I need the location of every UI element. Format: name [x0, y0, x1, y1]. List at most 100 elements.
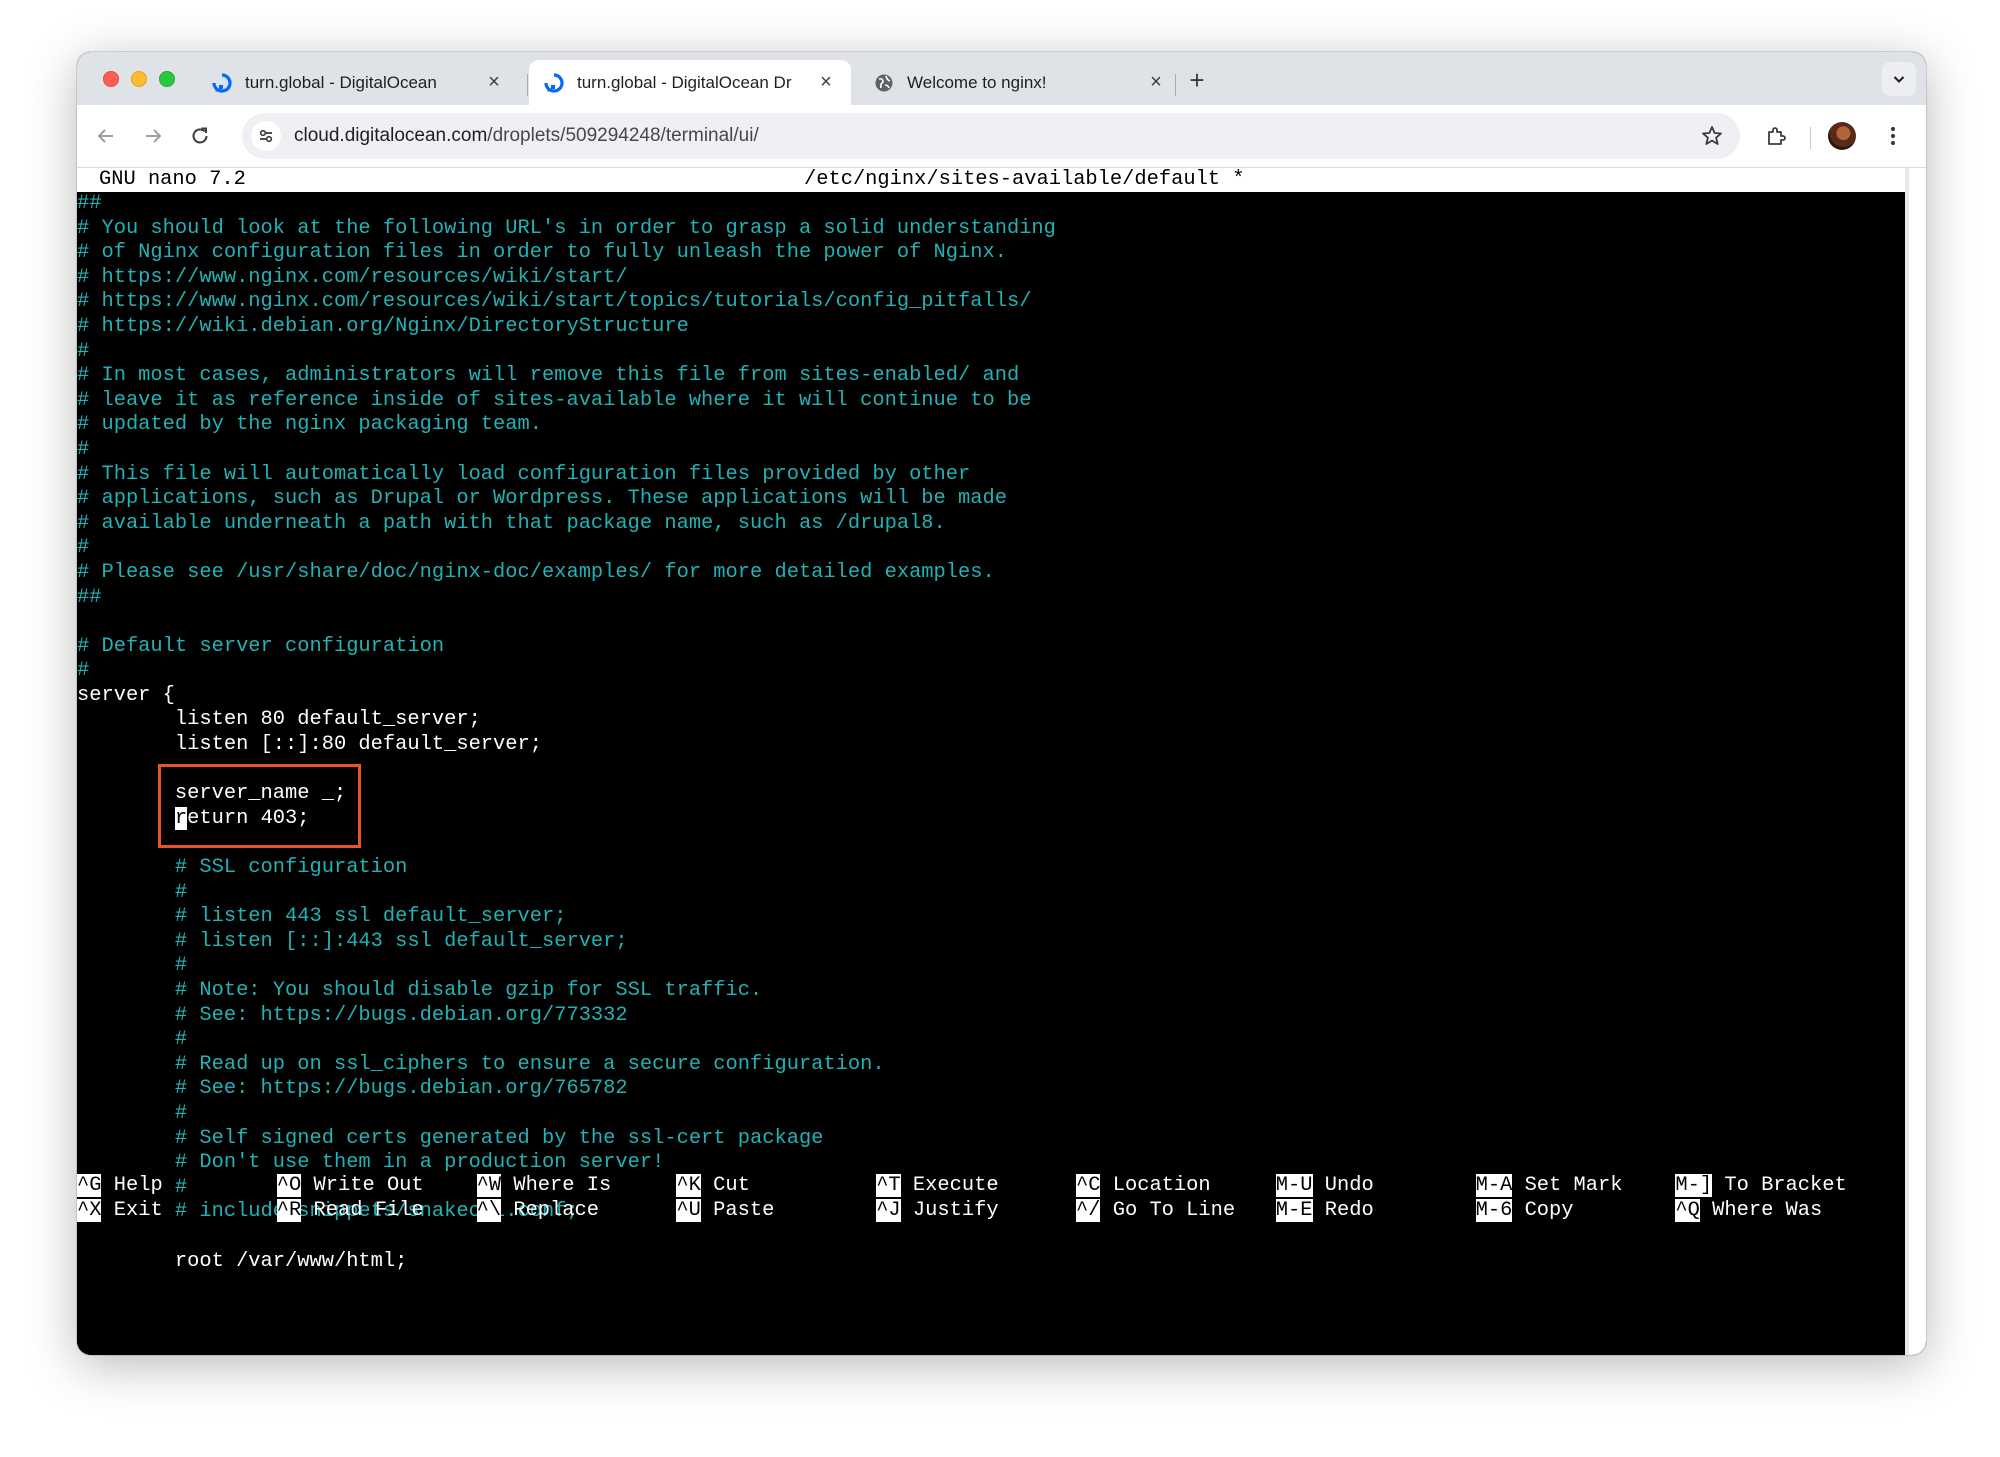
minimize-window-button[interactable] — [131, 71, 147, 87]
comment-line[interactable]: # — [77, 881, 1905, 906]
shortcut-gap — [1712, 1174, 1724, 1197]
comment-line[interactable]: # Self signed certs generated by the ssl… — [77, 1127, 1905, 1152]
close-tab-icon[interactable]: × — [815, 71, 837, 94]
shortcut-label: Read File — [313, 1198, 424, 1222]
comment-line[interactable]: # In most cases, administrators will rem… — [77, 364, 1905, 389]
new-tab-button[interactable]: + — [1180, 64, 1214, 98]
comment-line[interactable]: # — [77, 340, 1905, 365]
comment-line[interactable]: # — [77, 954, 1905, 979]
zoom-window-button[interactable] — [159, 71, 175, 87]
code-line[interactable] — [77, 1225, 1905, 1250]
comment-line[interactable]: # — [77, 659, 1905, 684]
bookmark-star-icon[interactable] — [1700, 124, 1724, 148]
extensions-button[interactable] — [1759, 119, 1793, 153]
code-line[interactable] — [77, 831, 1905, 856]
puzzle-icon — [1768, 127, 1786, 145]
browser-menu-button[interactable] — [1876, 119, 1910, 153]
comment-line[interactable]: # https://www.nginx.com/resources/wiki/s… — [77, 290, 1905, 315]
comment-line[interactable]: # — [77, 1028, 1905, 1053]
comment-line[interactable]: # — [77, 536, 1905, 561]
code-line[interactable] — [77, 610, 1905, 635]
comment-line[interactable]: # See: https://bugs.debian.org/773332 — [77, 1004, 1905, 1029]
tab-title: turn.global - DigitalOcean — [245, 72, 437, 92]
tab-search-button[interactable] — [1882, 62, 1916, 96]
comment-line[interactable]: # available underneath a path with that … — [77, 512, 1905, 537]
shortcut-item: ^J Justify — [876, 1198, 999, 1224]
comment-line[interactable]: ## — [77, 192, 1905, 217]
close-tab-icon[interactable]: × — [483, 71, 505, 94]
comment-line[interactable]: # This file will automatically load conf… — [77, 463, 1905, 488]
comment-line[interactable]: # — [77, 1102, 1905, 1127]
tab-nginx[interactable]: Welcome to nginx! × — [859, 60, 1181, 105]
shortcut-item: M-E Redo — [1275, 1198, 1374, 1224]
code-line[interactable] — [77, 758, 1905, 783]
close-window-button[interactable] — [103, 71, 119, 87]
toolbar-divider — [1810, 127, 1811, 149]
comment-line[interactable]: # Read up on ssl_ciphers to ensure a sec… — [77, 1053, 1905, 1078]
comment-line[interactable]: # Note: You should disable gzip for SSL … — [77, 979, 1905, 1004]
back-button[interactable] — [89, 119, 123, 153]
reload-button[interactable] — [183, 119, 217, 153]
shortcut-gap — [301, 1199, 313, 1222]
shortcut-item: ^C Location — [1076, 1174, 1211, 1199]
code-line[interactable]: root /var/www/html; — [77, 1250, 1905, 1275]
shortcut-key: ^G — [77, 1174, 102, 1197]
comment-line[interactable]: ## — [77, 586, 1905, 611]
shortcut-item: M-6 Copy — [1475, 1198, 1574, 1224]
shortcut-label: Undo — [1324, 1174, 1374, 1197]
comment-line[interactable]: # leave it as reference inside of sites-… — [77, 389, 1905, 414]
shortcut-gap — [301, 1174, 313, 1197]
comment-line[interactable]: # https://wiki.debian.org/Nginx/Director… — [77, 315, 1905, 340]
shortcut-label: Replace — [513, 1198, 599, 1222]
browser-toolbar: cloud.digitalocean.com/droplets/50929424… — [77, 105, 1926, 168]
reload-icon — [192, 127, 208, 144]
forward-button[interactable] — [136, 119, 170, 153]
shortcut-item: ^K Cut — [676, 1174, 750, 1199]
tab-separator — [1175, 74, 1176, 96]
more-vertical-icon — [1890, 126, 1896, 146]
site-info-button[interactable] — [251, 121, 281, 151]
terminal[interactable]: GNU nano 7.2 /etc/nginx/sites-available/… — [77, 168, 1926, 1355]
comment-line[interactable]: # You should look at the following URL's… — [77, 217, 1905, 242]
comment-line[interactable]: # — [77, 438, 1905, 463]
address-bar[interactable]: cloud.digitalocean.com/droplets/50929424… — [242, 113, 1740, 159]
shortcut-item: ^T Execute — [876, 1174, 999, 1199]
tab-digitalocean-2[interactable]: turn.global - DigitalOcean Dr × — [529, 60, 851, 105]
comment-line[interactable]: # listen 443 ssl default_server; — [77, 905, 1905, 930]
shortcut-label: Location — [1112, 1174, 1211, 1197]
terminal-scrollbar[interactable] — [1905, 168, 1926, 1355]
comment-line[interactable]: # See: https://bugs.debian.org/765782 — [77, 1077, 1905, 1102]
shortcut-key: ^R — [276, 1198, 302, 1222]
browser-window: turn.global - DigitalOcean × turn.global… — [77, 52, 1926, 1355]
shortcut-item: M-U Undo — [1275, 1174, 1374, 1199]
tab-digitalocean-1[interactable]: turn.global - DigitalOcean × — [197, 60, 519, 105]
profile-avatar[interactable] — [1828, 122, 1856, 150]
shortcut-gap — [1313, 1174, 1325, 1197]
code-line[interactable]: server_name _; — [77, 782, 1905, 807]
comment-line[interactable]: # SSL configuration — [77, 856, 1905, 881]
shortcut-key: M-E — [1275, 1198, 1313, 1222]
shortcut-gap — [501, 1199, 513, 1222]
nano-editor-buffer[interactable]: ## # You should look at the following URL… — [77, 192, 1905, 1274]
comment-line[interactable]: # of Nginx configuration files in order … — [77, 241, 1905, 266]
code-line[interactable]: return 403; — [77, 806, 1905, 832]
shortcut-key: ^J — [876, 1198, 901, 1222]
comment-line[interactable]: # Don't use them in a production server! — [77, 1151, 1905, 1176]
shortcut-key: M-A — [1475, 1174, 1513, 1197]
comment-line[interactable]: # listen [::]:443 ssl default_server; — [77, 930, 1905, 955]
code-line[interactable]: server { — [77, 684, 1905, 709]
shortcut-key: M-6 — [1475, 1198, 1513, 1222]
comment-line[interactable]: # Please see /usr/share/doc/nginx-doc/ex… — [77, 561, 1905, 586]
shortcut-key: ^T — [876, 1174, 901, 1197]
code-line[interactable]: listen 80 default_server; — [77, 708, 1905, 733]
shortcut-gap — [701, 1199, 713, 1222]
shortcut-item: ^/ Go To Line — [1076, 1198, 1235, 1224]
comment-line[interactable]: # updated by the nginx packaging team. — [77, 413, 1905, 438]
close-tab-icon[interactable]: × — [1145, 71, 1167, 94]
tab-title: turn.global - DigitalOcean Dr — [577, 72, 792, 92]
shortcut-label: Where Is — [513, 1174, 612, 1197]
comment-line[interactable]: # Default server configuration — [77, 635, 1905, 660]
comment-line[interactable]: # applications, such as Drupal or Wordpr… — [77, 487, 1905, 512]
comment-line[interactable]: # https://www.nginx.com/resources/wiki/s… — [77, 266, 1905, 291]
code-line[interactable]: listen [::]:80 default_server; — [77, 733, 1905, 758]
